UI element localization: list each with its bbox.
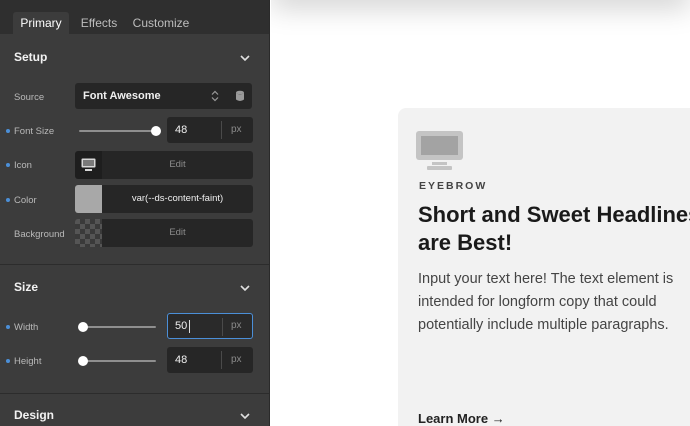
- updown-caret-icon: [211, 90, 219, 102]
- modified-indicator: [6, 359, 10, 363]
- desktop-icon: [81, 158, 96, 171]
- modified-indicator: [6, 129, 10, 133]
- font-size-value: 48: [175, 124, 188, 136]
- width-unit[interactable]: px: [231, 320, 242, 331]
- modified-indicator: [6, 163, 10, 167]
- color-value-field[interactable]: var(--ds-content-faint): [102, 185, 253, 213]
- background-edit-label: Edit: [169, 227, 186, 238]
- design-section-header[interactable]: Design: [0, 392, 269, 426]
- body-text: Input your text here! The text element i…: [418, 271, 674, 333]
- tab-effects[interactable]: Effects: [74, 12, 124, 34]
- settings-panel: Primary Effects Customize Setup Source F…: [0, 0, 270, 426]
- width-slider-handle[interactable]: [78, 322, 88, 332]
- color-value: var(--ds-content-faint): [131, 193, 224, 204]
- tab-bar: Primary Effects Customize: [0, 0, 269, 34]
- height-value: 48: [175, 354, 188, 366]
- source-select[interactable]: Font Awesome: [75, 83, 252, 109]
- height-input[interactable]: 48 px: [167, 347, 253, 373]
- background-edit-button[interactable]: Edit: [102, 219, 253, 247]
- icon-edit-button[interactable]: Edit: [102, 151, 253, 179]
- setup-section-header[interactable]: Setup: [0, 34, 269, 82]
- height-unit[interactable]: px: [231, 354, 242, 365]
- background-swatch[interactable]: [75, 219, 102, 247]
- database-icon[interactable]: [235, 90, 245, 102]
- modified-indicator: [6, 198, 10, 202]
- width-value: 50: [175, 320, 188, 332]
- field-separator: [222, 318, 223, 336]
- icon-edit-label: Edit: [169, 159, 186, 170]
- font-size-slider-track[interactable]: [79, 130, 159, 132]
- source-value: Font Awesome: [83, 90, 161, 102]
- field-separator: [221, 121, 222, 139]
- eyebrow-text: EYEBROW: [419, 180, 488, 192]
- height-label: Height: [14, 356, 42, 367]
- chevron-down-icon[interactable]: [238, 281, 252, 295]
- feature-card[interactable]: EYEBROW Short and Sweet Headlines are Be…: [398, 108, 690, 426]
- preview-canvas: EYEBROW Short and Sweet Headlines are Be…: [271, 0, 690, 426]
- icon-label: Icon: [14, 160, 32, 171]
- field-separator: [221, 351, 222, 369]
- color-label: Color: [14, 195, 37, 206]
- chevron-down-icon[interactable]: [238, 409, 252, 423]
- height-slider-handle[interactable]: [78, 356, 88, 366]
- font-size-label: Font Size: [14, 126, 55, 137]
- arrow-right-icon: →: [491, 411, 505, 426]
- tab-customize[interactable]: Customize: [128, 12, 194, 34]
- source-label: Source: [14, 92, 45, 103]
- font-size-input[interactable]: 48 px: [167, 117, 253, 143]
- design-section-title: Design: [14, 408, 55, 422]
- headline-text: Short and Sweet Headlines are Best!: [418, 202, 690, 255]
- chevron-down-icon[interactable]: [238, 51, 252, 65]
- font-size-slider-handle[interactable]: [151, 126, 161, 136]
- size-section-title: Size: [14, 280, 39, 294]
- width-label: Width: [14, 322, 39, 333]
- tab-primary[interactable]: Primary: [13, 12, 69, 34]
- width-input[interactable]: 50 px: [167, 313, 253, 339]
- size-section-header[interactable]: Size: [0, 264, 269, 312]
- font-size-unit[interactable]: px: [231, 124, 242, 135]
- background-label: Background: [14, 229, 65, 240]
- width-slider-track[interactable]: [79, 326, 156, 328]
- learn-more-link[interactable]: Learn More →: [418, 411, 505, 426]
- desktop-icon[interactable]: [416, 131, 463, 171]
- color-swatch[interactable]: [75, 185, 102, 213]
- icon-preview[interactable]: [75, 151, 102, 179]
- height-slider-track[interactable]: [79, 360, 156, 362]
- learn-more-label: Learn More: [418, 411, 489, 426]
- modified-indicator: [6, 325, 10, 329]
- setup-section-title: Setup: [14, 50, 48, 64]
- text-cursor: [189, 320, 190, 333]
